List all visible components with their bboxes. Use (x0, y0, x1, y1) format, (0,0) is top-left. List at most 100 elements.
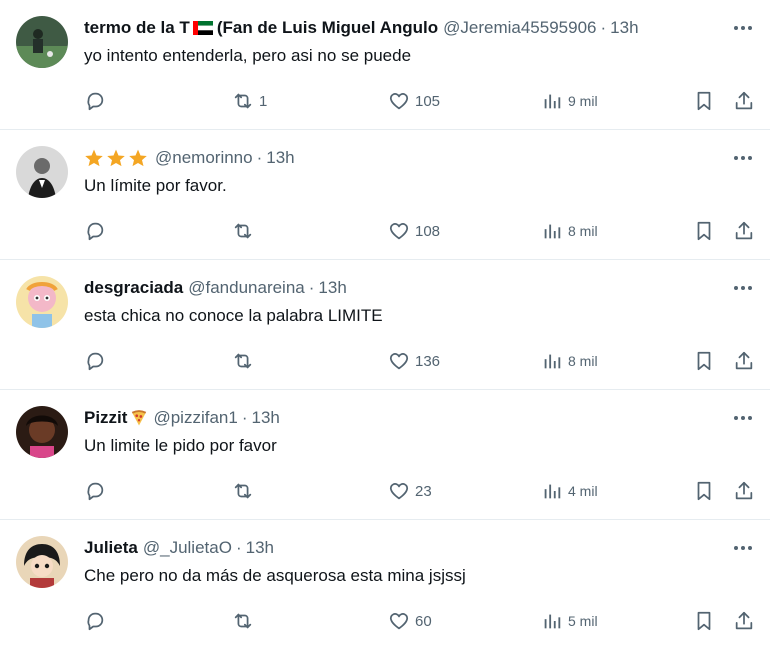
more-options-icon[interactable] (732, 408, 754, 428)
tweet-text: yo intento entenderla, pero asi no se pu… (84, 46, 412, 65)
user-handle[interactable]: @fandunareina (188, 278, 305, 298)
like-count: 108 (415, 222, 441, 240)
heart-icon (389, 353, 409, 370)
views-count: 9 mil (568, 93, 598, 109)
action-bar: 108 8 mil (84, 216, 764, 246)
reply-icon (87, 352, 104, 371)
heart-icon (389, 483, 409, 500)
like-button[interactable]: 23 (388, 476, 432, 506)
views-count: 8 mil (568, 223, 598, 239)
bookmark-icon (697, 221, 711, 241)
retweet-icon (234, 353, 252, 369)
more-options-icon[interactable] (732, 278, 754, 298)
timestamp[interactable]: 13h (251, 408, 279, 428)
avatar[interactable] (16, 16, 68, 68)
bookmark-icon (697, 481, 711, 501)
display-name[interactable]: Pizzit (84, 408, 148, 428)
retweet-button[interactable] (232, 476, 259, 506)
user-handle[interactable]: @pizzifan1 (153, 408, 237, 428)
display-name[interactable]: Julieta (84, 538, 138, 558)
display-name[interactable] (84, 148, 150, 168)
share-icon (735, 221, 753, 240)
views-chart-icon (544, 354, 561, 369)
avatar[interactable] (16, 146, 68, 198)
like-button[interactable]: 105 (388, 86, 440, 116)
reply-tweet[interactable]: Pizzit @pizzifan1 · 13h Un limite le pid… (0, 390, 770, 520)
tweet-header: desgraciada @fandunareina · 13h (84, 276, 700, 300)
views-count: 5 mil (568, 613, 598, 629)
share-button[interactable] (733, 216, 755, 246)
retweet-button[interactable] (232, 346, 259, 376)
like-count: 60 (415, 612, 432, 630)
user-handle[interactable]: @_JulietaO (143, 538, 232, 558)
share-button[interactable] (733, 476, 755, 506)
share-button[interactable] (733, 346, 755, 376)
like-button[interactable]: 108 (388, 216, 440, 246)
display-name-text: desgraciada (84, 278, 184, 297)
retweet-icon (234, 483, 252, 499)
more-options-icon[interactable] (732, 18, 754, 38)
user-handle[interactable]: @Jeremia45595906 (443, 18, 596, 38)
bookmark-button[interactable] (693, 86, 715, 116)
reply-button[interactable] (84, 476, 111, 506)
display-name[interactable]: termo de la T (Fan de Luis Miguel Angulo (84, 18, 438, 38)
bookmark-icon (697, 91, 711, 111)
share-button[interactable] (733, 86, 755, 116)
timestamp[interactable]: 13h (318, 278, 346, 298)
views-button[interactable]: 4 mil (541, 476, 598, 506)
tweet-header: termo de la T (Fan de Luis Miguel Angulo… (84, 16, 700, 40)
views-chart-icon (544, 614, 561, 629)
reply-tweet[interactable]: termo de la T (Fan de Luis Miguel Angulo… (0, 0, 770, 130)
heart-icon (389, 93, 409, 110)
bookmark-button[interactable] (693, 346, 715, 376)
like-count: 136 (415, 352, 441, 370)
views-button[interactable]: 8 mil (541, 216, 598, 246)
tweet-header: @nemorinno · 13h (84, 146, 700, 170)
like-button[interactable]: 60 (388, 606, 432, 636)
more-options-icon[interactable] (732, 148, 754, 168)
timestamp[interactable]: 13h (266, 148, 294, 168)
heart-icon (389, 223, 409, 240)
reply-button[interactable] (84, 86, 111, 116)
bookmark-button[interactable] (693, 476, 715, 506)
avatar[interactable] (16, 406, 68, 458)
avatar[interactable] (16, 536, 68, 588)
reply-button[interactable] (84, 606, 111, 636)
action-bar: 1 105 9 mil (84, 86, 764, 116)
reply-tweet[interactable]: @nemorinno · 13h Un límite por favor. 10… (0, 130, 770, 260)
retweet-button[interactable] (232, 216, 259, 246)
views-button[interactable]: 5 mil (541, 606, 598, 636)
display-name-text: termo de la T (84, 18, 190, 37)
reply-button[interactable] (84, 346, 111, 376)
reply-icon (87, 222, 104, 241)
reply-button[interactable] (84, 216, 111, 246)
avatar[interactable] (16, 276, 68, 328)
more-options-icon[interactable] (732, 538, 754, 558)
bookmark-button[interactable] (693, 606, 715, 636)
tweet-header: Pizzit @pizzifan1 · 13h (84, 406, 700, 430)
bookmark-icon (697, 611, 711, 631)
separator-dot: · (241, 408, 248, 427)
retweet-icon (234, 93, 252, 109)
display-name[interactable]: desgraciada (84, 278, 183, 298)
timestamp[interactable]: 13h (610, 18, 638, 38)
retweet-button[interactable]: 1 (232, 86, 267, 116)
action-bar: 60 5 mil (84, 606, 764, 636)
reply-icon (87, 612, 104, 631)
tweet-text: Che pero no da más de asquerosa esta min… (84, 566, 466, 585)
share-icon (735, 611, 753, 630)
separator-dot: · (308, 278, 315, 297)
user-handle[interactable]: @nemorinno (155, 148, 253, 168)
bookmark-button[interactable] (693, 216, 715, 246)
like-button[interactable]: 136 (388, 346, 440, 376)
retweet-icon (234, 223, 252, 239)
views-button[interactable]: 8 mil (541, 346, 598, 376)
views-button[interactable]: 9 mil (541, 86, 598, 116)
share-button[interactable] (733, 606, 755, 636)
reply-tweet[interactable]: Julieta @_JulietaO · 13h Che pero no da … (0, 520, 770, 650)
tweet-text: Un límite por favor. (84, 176, 227, 195)
reply-tweet[interactable]: desgraciada @fandunareina · 13h esta chi… (0, 260, 770, 390)
action-bar: 136 8 mil (84, 346, 764, 376)
timestamp[interactable]: 13h (246, 538, 274, 558)
retweet-button[interactable] (232, 606, 259, 636)
